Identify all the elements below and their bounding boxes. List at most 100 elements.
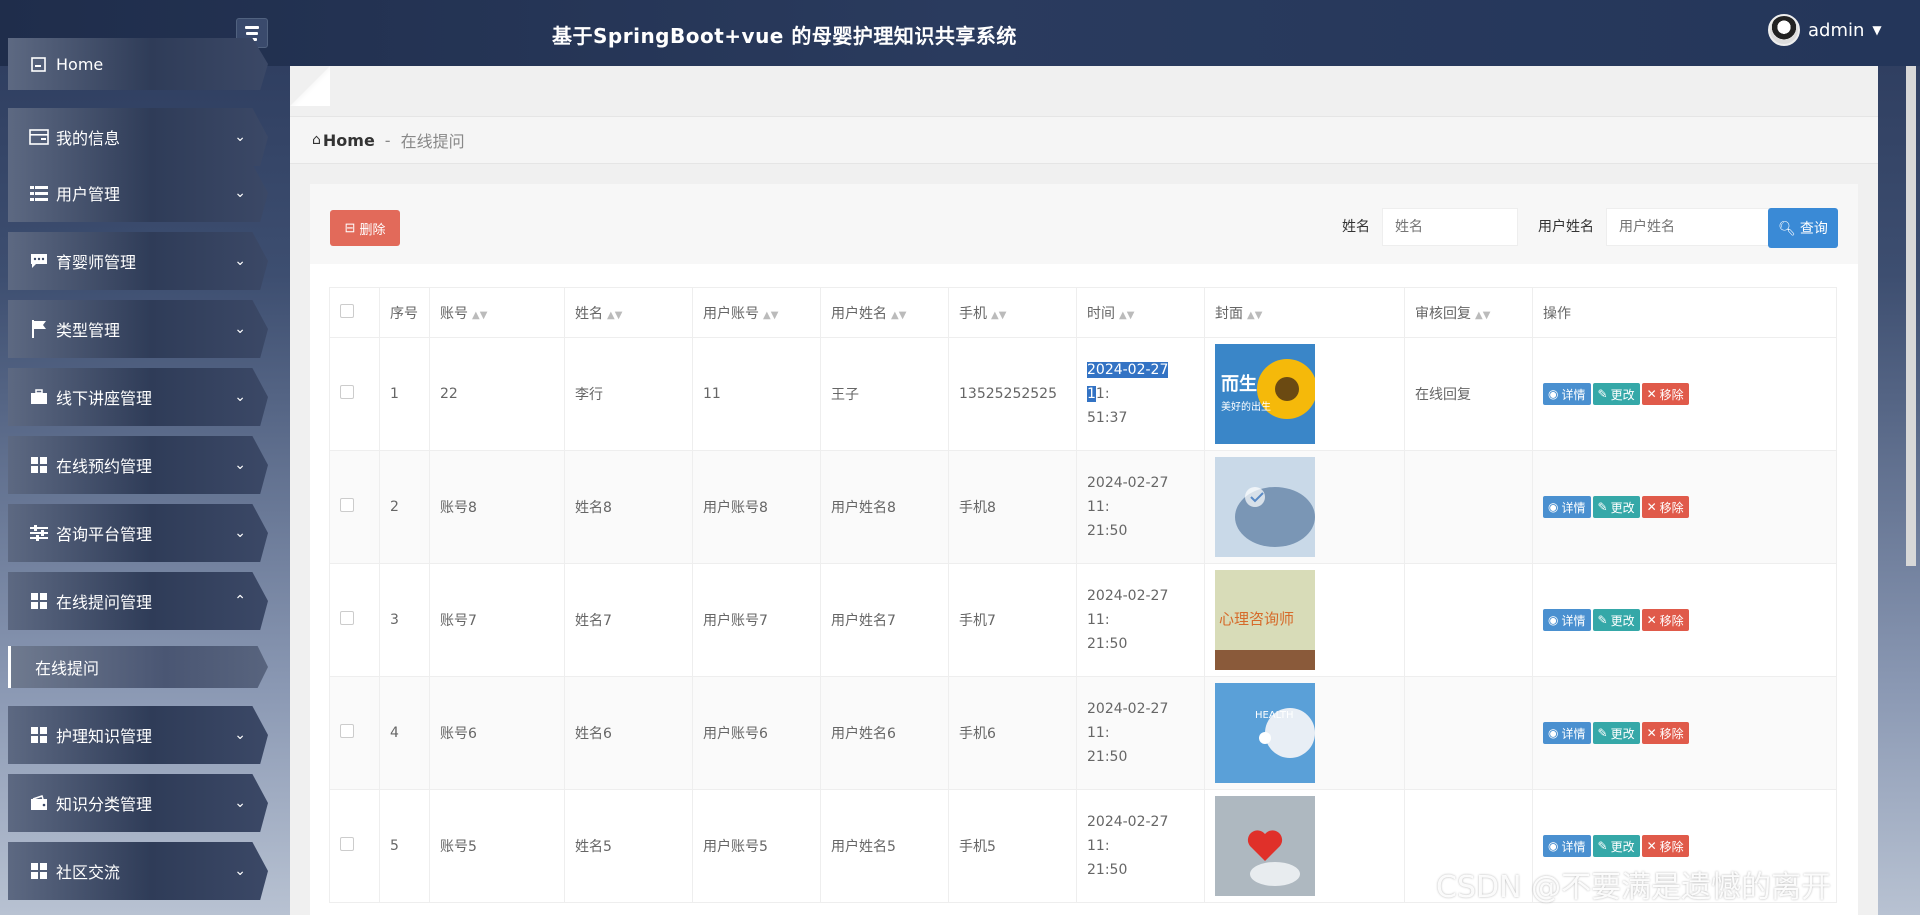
cell-time: 2024-02-27 11: 21:50	[1076, 789, 1205, 903]
table-row[interactable]: 3 账号7 姓名7 用户账号7 用户姓名7 手机7 2024-02-27 11: 21:50 心…	[329, 563, 1837, 677]
edit-button[interactable]: ✎ 更改	[1592, 835, 1640, 857]
eye-icon: ◉	[1548, 387, 1559, 401]
cell-user-name: 用户姓名7	[820, 563, 949, 677]
edit-icon: ✎	[1597, 613, 1608, 627]
user-menu[interactable]: admin ▼	[1768, 14, 1882, 46]
row-checkbox[interactable]	[340, 837, 354, 851]
row-select-cell[interactable]	[329, 337, 380, 451]
select-all-cell[interactable]	[329, 287, 380, 338]
user-name[interactable]: admin	[1808, 20, 1864, 41]
sidebar-item-home[interactable]: Home	[8, 38, 268, 90]
sidebar-item-label: 咨询平台管理	[56, 525, 153, 544]
cover-image	[1215, 796, 1394, 896]
col-reply[interactable]: 审核回复 ▲▼	[1404, 287, 1533, 338]
cell-user-name: 用户姓名6	[820, 676, 949, 790]
sidebar-item-appointments[interactable]: 在线预约管理 ⌄	[8, 436, 268, 494]
close-icon: ✕	[1646, 500, 1657, 514]
content-panel: ⊟ 删除 姓名 用户姓名 🔍︎ 查询 序号 账号▲▼ 姓名▲▼ 用户账号▲▼ 用	[310, 184, 1858, 915]
row-checkbox[interactable]	[340, 385, 354, 399]
col-phone[interactable]: 手机 ▲▼	[948, 287, 1077, 338]
search-icon: 🔍︎	[1778, 219, 1796, 236]
remove-button[interactable]: ✕ 移除	[1641, 496, 1689, 518]
sidebar-item-my-info[interactable]: 我的信息 ⌄	[8, 108, 268, 166]
edit-button[interactable]: ✎ 更改	[1592, 496, 1640, 518]
chevron-down-icon: ⌄	[234, 525, 246, 541]
sidebar-item-questions[interactable]: 在线提问管理 ⌃	[8, 572, 268, 630]
breadcrumb-current: 在线提问	[400, 132, 465, 151]
edit-button[interactable]: ✎ 更改	[1592, 609, 1640, 631]
col-index: 序号	[379, 287, 430, 338]
row-checkbox[interactable]	[340, 611, 354, 625]
detail-button[interactable]: ◉ 详情	[1543, 722, 1591, 744]
name-search-input[interactable]	[1382, 208, 1518, 246]
cover-image	[1215, 457, 1394, 557]
sidebar-item-consult[interactable]: 咨询平台管理 ⌄	[8, 504, 268, 562]
detail-button[interactable]: ◉ 详情	[1543, 609, 1591, 631]
cell-time: 2024-02-27 11: 21:50	[1076, 676, 1205, 790]
chevron-down-icon: ⌄	[234, 185, 246, 201]
page-curl	[290, 66, 330, 106]
cell-reply: 在线回复	[1404, 337, 1533, 451]
sidebar-item-community[interactable]: 社区交流 ⌄	[8, 842, 268, 900]
username-search-input[interactable]	[1606, 208, 1776, 246]
row-select-cell[interactable]	[329, 563, 380, 677]
sidebar-item-categories[interactable]: 知识分类管理 ⌄	[8, 774, 268, 832]
remove-button[interactable]: ✕ 移除	[1641, 722, 1689, 744]
close-icon: ✕	[1646, 613, 1657, 627]
edit-icon: ✎	[1597, 500, 1608, 514]
select-all-checkbox[interactable]	[340, 303, 354, 318]
sidebar-item-knowledge[interactable]: 护理知识管理 ⌄	[8, 706, 268, 764]
caret-down-icon[interactable]: ▼	[1872, 23, 1881, 37]
delete-button[interactable]: ⊟ 删除	[330, 210, 400, 246]
row-select-cell[interactable]	[329, 450, 380, 564]
col-user-account[interactable]: 用户账号 ▲▼	[692, 287, 821, 338]
cell-time: 2024-02-27 11: 51:37	[1076, 337, 1205, 451]
remove-button[interactable]: ✕ 移除	[1641, 609, 1689, 631]
remove-button[interactable]: ✕ 移除	[1641, 835, 1689, 857]
detail-button[interactable]: ◉ 详情	[1543, 496, 1591, 518]
home-icon[interactable]: ⌂	[312, 132, 321, 148]
avatar[interactable]	[1768, 14, 1800, 46]
detail-button[interactable]: ◉ 详情	[1543, 835, 1591, 857]
query-button[interactable]: 🔍︎ 查询	[1768, 208, 1838, 248]
edit-button[interactable]: ✎ 更改	[1592, 383, 1640, 405]
sidebar-item-types[interactable]: 类型管理 ⌄	[8, 300, 268, 358]
sort-icon: ▲▼	[991, 309, 1007, 321]
row-select-cell[interactable]	[329, 789, 380, 903]
edit-button[interactable]: ✎ 更改	[1592, 722, 1640, 744]
cell-actions: ◉ 详情 ✎ 更改 ✕ 移除	[1532, 563, 1837, 677]
col-cover[interactable]: 封面 ▲▼	[1204, 287, 1405, 338]
id-card-icon	[28, 128, 50, 146]
table-row[interactable]: 4 账号6 姓名6 用户账号6 用户姓名6 手机6 2024-02-27 11: 21:50 H…	[329, 676, 1837, 790]
cell-actions: ◉ 详情 ✎ 更改 ✕ 移除	[1532, 337, 1837, 451]
list-icon	[28, 184, 50, 202]
cell-index: 3	[379, 563, 430, 677]
page-scrollbar[interactable]	[1906, 66, 1916, 566]
row-checkbox[interactable]	[340, 498, 354, 512]
cover-image: 心理咨询师	[1215, 570, 1394, 670]
row-checkbox[interactable]	[340, 724, 354, 738]
sidebar: Home 我的信息 ⌄ 用户管理 ⌄ 育婴师管理 ⌄ 类型管理 ⌄ 线下讲座管理…	[0, 38, 270, 915]
cell-cover: 心理咨询师	[1204, 563, 1405, 677]
eye-icon: ◉	[1548, 839, 1559, 853]
table-row[interactable]: 1 22 李行 11 王子 13525252525 2024-02-27 11: 51:37 而…	[329, 337, 1837, 451]
chevron-down-icon: ⌄	[234, 389, 246, 405]
sidebar-subitem-online-question[interactable]: 在线提问	[8, 646, 268, 688]
sidebar-item-users[interactable]: 用户管理 ⌄	[8, 164, 268, 222]
sidebar-item-lectures[interactable]: 线下讲座管理 ⌄	[8, 368, 268, 426]
breadcrumb-home[interactable]: Home	[323, 131, 375, 150]
remove-button[interactable]: ✕ 移除	[1641, 383, 1689, 405]
col-time[interactable]: 时间 ▲▼	[1076, 287, 1205, 338]
sidebar-item-nanny[interactable]: 育婴师管理 ⌄	[8, 232, 268, 290]
detail-button[interactable]: ◉ 详情	[1543, 383, 1591, 405]
row-select-cell[interactable]	[329, 676, 380, 790]
col-account[interactable]: 账号 ▲▼	[429, 287, 565, 338]
edit-icon: ✎	[1597, 726, 1608, 740]
sort-icon: ▲▼	[1475, 309, 1491, 321]
cover-image: 而生 美好的出生	[1215, 344, 1394, 444]
col-name[interactable]: 姓名 ▲▼	[564, 287, 693, 338]
table-row[interactable]: 2 账号8 姓名8 用户账号8 用户姓名8 手机8 2024-02-27 11: 21:50 ◉…	[329, 450, 1837, 564]
col-user-name[interactable]: 用户姓名 ▲▼	[820, 287, 949, 338]
cell-phone: 手机7	[948, 563, 1077, 677]
cell-name: 姓名6	[564, 676, 693, 790]
